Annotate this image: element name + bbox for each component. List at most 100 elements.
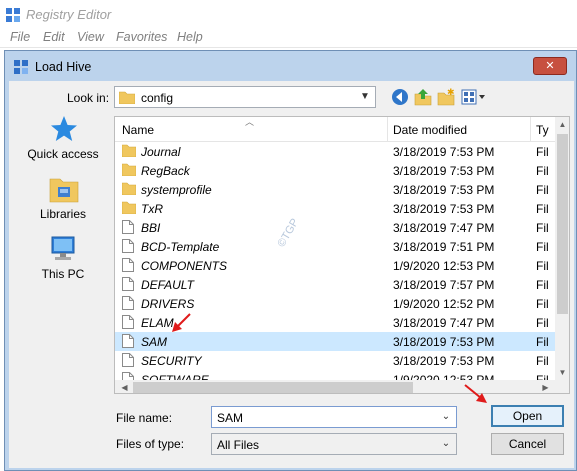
chevron-down-icon[interactable]: ⌄ [439,437,453,451]
column-type[interactable]: Ty [536,123,549,137]
svg-text:✱: ✱ [447,88,455,98]
file-type: Fil [536,221,549,235]
star-icon [51,116,77,141]
file-row[interactable]: SECURITY 3/18/2019 7:53 PM Fil [115,351,555,370]
folder-icon [122,163,136,176]
place-quick-access[interactable]: Quick access [15,115,111,173]
file-icon [122,353,134,367]
file-icon [122,334,134,348]
file-date: 3/18/2019 7:47 PM [393,221,495,235]
file-type: Fil [536,259,549,273]
file-icon [122,258,134,272]
file-type: Fil [536,164,549,178]
files-of-type-select[interactable]: All Files ⌄ [211,433,457,455]
load-hive-icon [14,60,28,74]
close-icon: ✕ [545,60,555,72]
back-icon[interactable] [390,87,410,107]
place-this-pc[interactable]: This PC [15,235,111,293]
file-row[interactable]: SAM 3/18/2019 7:53 PM Fil [115,332,555,351]
file-row[interactable]: BBI 3/18/2019 7:47 PM Fil [115,218,555,237]
file-row[interactable]: systemprofile 3/18/2019 7:53 PM Fil [115,180,555,199]
up-folder-icon[interactable] [413,87,433,107]
file-row[interactable]: Journal 3/18/2019 7:53 PM Fil [115,142,555,161]
dialog-title: Load Hive [35,60,92,74]
column-divider[interactable] [387,117,388,142]
file-date: 3/18/2019 7:47 PM [393,316,495,330]
chevron-down-icon[interactable]: ⌄ [439,410,453,424]
registry-editor-titlebar: Registry Editor [0,0,577,30]
scroll-up-icon[interactable]: ▲ [555,117,569,132]
file-icon [122,220,134,234]
folder-icon [122,144,136,157]
annotation-arrow-icon [464,384,487,403]
look-in-combo[interactable]: config ▼ [114,86,376,108]
menu-view[interactable]: View [77,30,104,44]
cancel-button[interactable]: Cancel [491,433,564,455]
file-row[interactable]: BCD-Template 3/18/2019 7:51 PM Fil [115,237,555,256]
place-label: Quick access [27,147,99,161]
file-type: Fil [536,278,549,292]
file-row[interactable]: COMPONENTS 1/9/2020 12:53 PM Fil [115,256,555,275]
place-label: Libraries [39,207,87,221]
scroll-down-icon[interactable]: ▼ [555,365,569,380]
view-menu-icon[interactable] [460,87,488,107]
registry-menubar: File Edit View Favorites Help [0,27,577,47]
menu-help[interactable]: Help [177,30,203,44]
file-name-value: SAM [217,411,244,425]
file-name: COMPONENTS [141,259,228,273]
scrollbar-corner [555,380,569,393]
annotation-arrow-icon [172,313,191,332]
file-date: 3/18/2019 7:53 PM [393,164,495,178]
scroll-left-icon[interactable]: ◀ [117,380,132,393]
file-date: 3/18/2019 7:53 PM [393,183,495,197]
file-name: SAM [141,335,168,349]
libraries-icon [49,178,79,203]
file-name-input[interactable]: SAM ⌄ [211,406,457,428]
file-type: Fil [536,354,549,368]
file-list[interactable]: ︿ Name Date modified Ty Journal 3/18/2019… [114,116,570,394]
files-of-type-label: Files of type: [116,437,185,451]
computer-icon [51,236,75,260]
place-libraries[interactable]: Libraries [15,175,111,233]
file-name-label: File name: [116,411,173,425]
file-date: 3/18/2019 7:53 PM [393,335,495,349]
file-icon [122,315,134,329]
file-name: TxR [141,202,163,216]
file-date: 3/18/2019 7:53 PM [393,354,495,368]
horizontal-scroll-thumb[interactable] [133,382,413,393]
file-row[interactable]: DEFAULT 3/18/2019 7:57 PM Fil [115,275,555,294]
scroll-right-icon[interactable]: ▶ [538,380,553,393]
file-date: 3/18/2019 7:51 PM [393,240,495,254]
file-name: Journal [141,145,181,159]
file-type: Fil [536,202,549,216]
close-button[interactable]: ✕ [533,57,567,75]
chevron-down-icon[interactable]: ▼ [358,90,372,104]
places-bar: Quick access Libraries This PC [15,115,111,380]
file-row[interactable]: TxR 3/18/2019 7:53 PM Fil [115,199,555,218]
file-type: Fil [536,145,549,159]
folder-icon [119,91,135,104]
registry-editor-title: Registry Editor [26,7,112,22]
column-date-modified[interactable]: Date modified [393,123,467,137]
menu-file[interactable]: File [10,30,30,44]
menu-favorites[interactable]: Favorites [116,30,167,44]
menu-edit[interactable]: Edit [43,30,65,44]
sort-ascending-icon: ︿ [245,117,255,127]
vertical-scrollbar[interactable]: ▲ ▼ [555,117,569,380]
column-name[interactable]: Name [122,123,154,137]
new-folder-icon[interactable]: ✱ [436,87,456,107]
look-in-value: config [141,91,174,105]
file-type: Fil [536,240,549,254]
file-icon [122,277,134,291]
column-divider[interactable] [530,117,531,142]
file-date: 3/18/2019 7:57 PM [393,278,495,292]
file-row[interactable]: DRIVERS 1/9/2020 12:52 PM Fil [115,294,555,313]
menubar-divider [0,47,577,48]
look-in-label: Look in: [67,91,110,105]
file-row[interactable]: RegBack 3/18/2019 7:53 PM Fil [115,161,555,180]
folder-icon [122,201,136,214]
file-icon [122,239,134,253]
vertical-scroll-thumb[interactable] [557,134,568,314]
open-button[interactable]: Open [491,405,564,427]
file-name: BBI [141,221,161,235]
